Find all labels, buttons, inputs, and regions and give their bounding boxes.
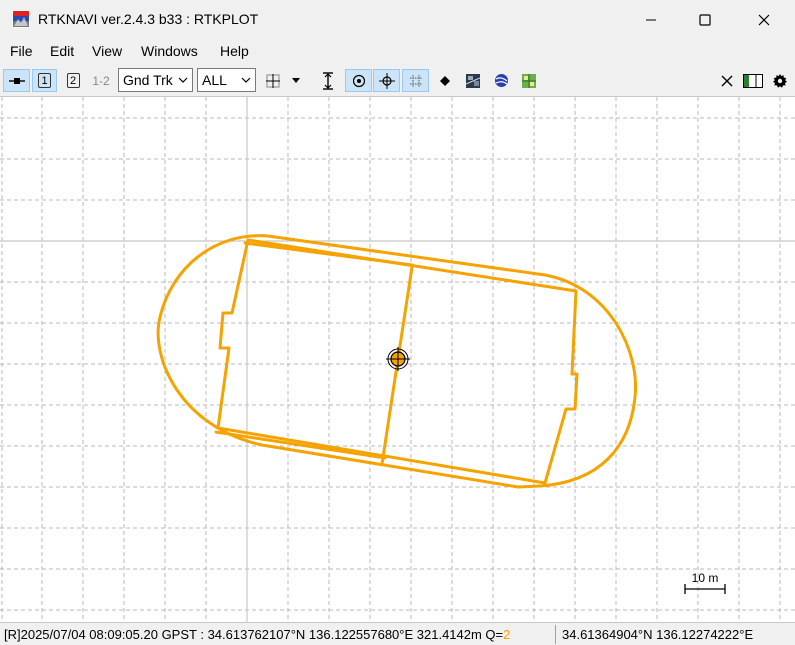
current-position-marker — [386, 347, 410, 371]
solution-1-button[interactable]: 1 — [32, 69, 57, 92]
solution-12-button[interactable]: 1-2 — [89, 69, 113, 92]
chevron-down-icon — [241, 77, 251, 83]
fix-center-button[interactable] — [373, 69, 400, 92]
settings-button[interactable] — [770, 69, 790, 92]
status-position: [R]2025/07/04 08:09:05.20 GPST : 34.6137… — [4, 627, 504, 642]
grid-icon — [409, 74, 422, 87]
scale-bar: 10 m — [684, 571, 726, 594]
fit-vertical-button[interactable] — [317, 69, 339, 92]
window-title: RTKNAVI ver.2.4.3 b33 : RTKPLOT — [38, 11, 259, 27]
caret-down-icon — [292, 77, 300, 83]
track-inner-bend — [214, 241, 414, 460]
panel-icon — [743, 73, 763, 88]
menu-edit[interactable]: Edit — [50, 43, 74, 59]
target-icon — [352, 74, 365, 87]
show-grid-button[interactable] — [402, 69, 429, 92]
plot-type-select[interactable]: Gnd Trk — [118, 68, 193, 92]
close-icon — [758, 14, 770, 26]
solution-1-label: 1 — [38, 73, 51, 88]
connect-button[interactable] — [3, 69, 30, 92]
center-origin-button[interactable] — [345, 69, 372, 92]
status-solution-text: [R]2025/07/04 08:09:05.20 GPST : 34.6137… — [4, 627, 510, 642]
fit-vertical-icon — [323, 71, 333, 90]
plot-type-value: Gnd Trk — [123, 72, 173, 88]
scale-label: 10 m — [692, 571, 719, 585]
time-span-button[interactable] — [262, 69, 284, 92]
map-image-icon — [466, 73, 480, 88]
menu-help[interactable]: Help — [220, 43, 249, 59]
time-span-dropdown[interactable] — [288, 69, 304, 92]
globe-icon — [494, 74, 508, 87]
menu-file[interactable]: File — [10, 43, 33, 59]
minimize-icon — [646, 19, 656, 21]
connect-icon — [8, 77, 25, 84]
minimize-button[interactable] — [625, 0, 677, 40]
toolbar: 1 2 1-2 Gnd Trk ALL — [0, 63, 795, 97]
solution-2-button[interactable]: 2 — [62, 69, 84, 92]
map-layer-icon — [522, 73, 536, 88]
solution-12-label: 1-2 — [92, 73, 110, 88]
diamond-icon — [440, 75, 450, 86]
gear-icon — [773, 73, 787, 88]
crosshair-icon — [378, 72, 395, 89]
map-layer-button[interactable] — [518, 69, 540, 92]
close-button[interactable] — [738, 0, 790, 40]
panel-toggle-button[interactable] — [742, 69, 764, 92]
show-point-button[interactable] — [434, 69, 456, 92]
google-earth-button[interactable] — [490, 69, 512, 92]
maximize-icon — [699, 14, 711, 26]
status-cursor-position: 34.61364904°N 136.12274222°E — [562, 627, 754, 642]
plot-area[interactable]: 10 m — [0, 97, 795, 622]
menu-bar: File Edit View Windows Help — [0, 40, 795, 63]
status-divider — [555, 625, 556, 644]
status-bar: [R]2025/07/04 08:09:05.20 GPST : 34.6137… — [0, 622, 795, 645]
menu-view[interactable]: View — [92, 43, 122, 59]
quality-filter-value: ALL — [202, 72, 227, 88]
menu-windows[interactable]: Windows — [141, 43, 198, 59]
clear-button[interactable] — [718, 69, 736, 92]
quality-filter-select[interactable]: ALL — [197, 68, 256, 92]
show-map-button[interactable] — [462, 69, 484, 92]
chevron-down-icon — [178, 77, 188, 83]
close-icon — [721, 75, 733, 86]
solution-2-label: 2 — [66, 73, 80, 88]
status-quality: 2 — [503, 627, 511, 642]
title-bar: RTKNAVI ver.2.4.3 b33 : RTKPLOT — [0, 0, 795, 40]
app-logo-icon — [12, 10, 30, 28]
maximize-button[interactable] — [679, 0, 731, 40]
crosshair-box-icon — [266, 73, 280, 88]
ground-track-plot[interactable]: 10 m — [0, 97, 795, 622]
